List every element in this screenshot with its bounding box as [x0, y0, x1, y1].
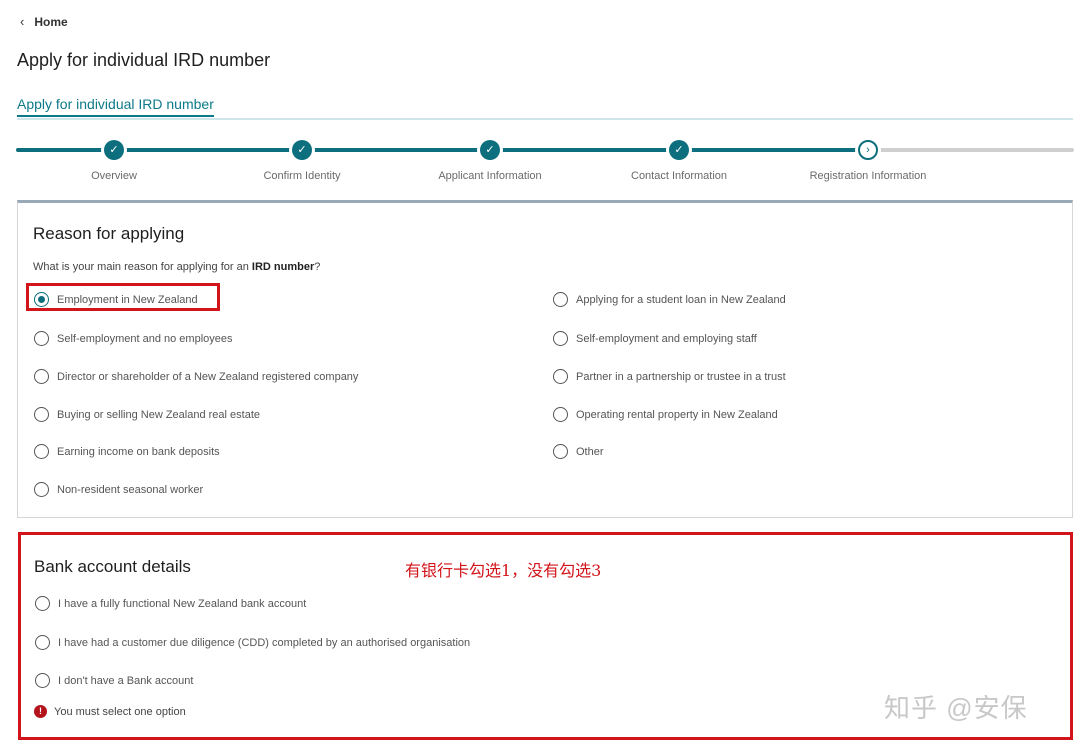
option-label: I have had a customer due diligence (CDD…	[58, 636, 471, 649]
page-title: Apply for individual IRD number	[17, 50, 271, 70]
error-message: You must select one option	[54, 705, 186, 718]
radio-director-shareholder[interactable]: Director or shareholder of a New Zealand…	[34, 369, 358, 384]
check-icon: ✓	[480, 140, 500, 160]
step-label: Registration Information	[809, 170, 927, 182]
breadcrumb-home-link[interactable]: Home	[34, 15, 67, 29]
option-label: Buying or selling New Zealand real estat…	[57, 408, 261, 421]
step-contact-information[interactable]: ✓ Contact Information	[589, 136, 769, 182]
radio-self-employment-no-employees[interactable]: Self-employment and no employees	[34, 331, 232, 346]
step-applicant-information[interactable]: ✓ Applicant Information	[400, 136, 580, 182]
step-label: Confirm Identity	[263, 170, 341, 182]
bank-heading: Bank account details	[34, 557, 191, 576]
radio-other[interactable]: Other	[553, 444, 604, 459]
chevron-left-icon[interactable]: ‹	[20, 14, 24, 29]
reason-for-applying-panel: Reason for applying What is your main re…	[17, 200, 1073, 518]
radio-button[interactable]	[553, 331, 568, 346]
radio-self-employment-staff[interactable]: Self-employment and employing staff	[553, 331, 757, 346]
breadcrumb: ‹ Home	[20, 14, 68, 29]
radio-button[interactable]	[34, 444, 49, 459]
option-label: Non-resident seasonal worker	[57, 483, 204, 496]
step-label: Applicant Information	[438, 170, 542, 182]
watermark: 知乎 @安保	[884, 693, 1028, 723]
progress-stepper: ✓ Overview ✓ Confirm Identity ✓ Applican…	[16, 136, 1074, 186]
step-registration-information[interactable]: › Registration Information	[778, 136, 958, 182]
step-label: Overview	[91, 170, 137, 182]
radio-button[interactable]	[34, 369, 49, 384]
radio-button[interactable]	[35, 635, 50, 650]
annotation-note: 有银行卡勾选1，没有勾选3	[405, 561, 602, 580]
check-icon: ✓	[669, 140, 689, 160]
reason-heading: Reason for applying	[33, 224, 185, 243]
option-label: Applying for a student loan in New Zeala…	[576, 293, 786, 306]
radio-student-loan[interactable]: Applying for a student loan in New Zeala…	[553, 292, 786, 307]
reason-question: What is your main reason for applying fo…	[33, 261, 321, 273]
option-label: Other	[576, 445, 604, 458]
radio-rental-property[interactable]: Operating rental property in New Zealand	[553, 407, 778, 422]
radio-button[interactable]	[553, 444, 568, 459]
radio-button[interactable]	[553, 407, 568, 422]
option-label: Self-employment and employing staff	[576, 332, 757, 345]
section-tab[interactable]: Apply for individual IRD number	[17, 96, 214, 117]
option-label: I have a fully functional New Zealand ba…	[58, 597, 307, 610]
radio-no-bank-account[interactable]: I don't have a Bank account	[35, 673, 193, 688]
radio-partner-trustee[interactable]: Partner in a partnership or trustee in a…	[553, 369, 786, 384]
option-label: Earning income on bank deposits	[57, 445, 220, 458]
radio-button[interactable]	[34, 407, 49, 422]
chevron-right-icon: ›	[858, 140, 878, 160]
radio-button[interactable]	[553, 369, 568, 384]
check-icon: ✓	[292, 140, 312, 160]
radio-cdd-completed[interactable]: I have had a customer due diligence (CDD…	[35, 635, 470, 650]
step-overview[interactable]: ✓ Overview	[24, 136, 204, 182]
error-icon: !	[34, 705, 47, 718]
option-label: Self-employment and no employees	[57, 332, 233, 345]
radio-bank-deposits[interactable]: Earning income on bank deposits	[34, 444, 220, 459]
check-icon: ✓	[104, 140, 124, 160]
selection-highlight-box	[26, 283, 220, 311]
option-label: I don't have a Bank account	[58, 674, 194, 687]
radio-button[interactable]	[35, 596, 50, 611]
validation-error: ! You must select one option	[34, 705, 186, 718]
option-label: Operating rental property in New Zealand	[576, 408, 778, 421]
radio-button[interactable]	[34, 482, 49, 497]
option-label: Partner in a partnership or trustee in a…	[576, 370, 786, 383]
radio-real-estate[interactable]: Buying or selling New Zealand real estat…	[34, 407, 260, 422]
step-confirm-identity[interactable]: ✓ Confirm Identity	[212, 136, 392, 182]
section-tab-bar: Apply for individual IRD number	[17, 96, 1073, 120]
radio-button[interactable]	[34, 331, 49, 346]
radio-seasonal-worker[interactable]: Non-resident seasonal worker	[34, 482, 203, 497]
step-label: Contact Information	[631, 170, 727, 182]
radio-has-nz-bank-account[interactable]: I have a fully functional New Zealand ba…	[35, 596, 306, 611]
radio-button[interactable]	[553, 292, 568, 307]
option-label: Director or shareholder of a New Zealand…	[57, 370, 359, 383]
radio-button[interactable]	[35, 673, 50, 688]
